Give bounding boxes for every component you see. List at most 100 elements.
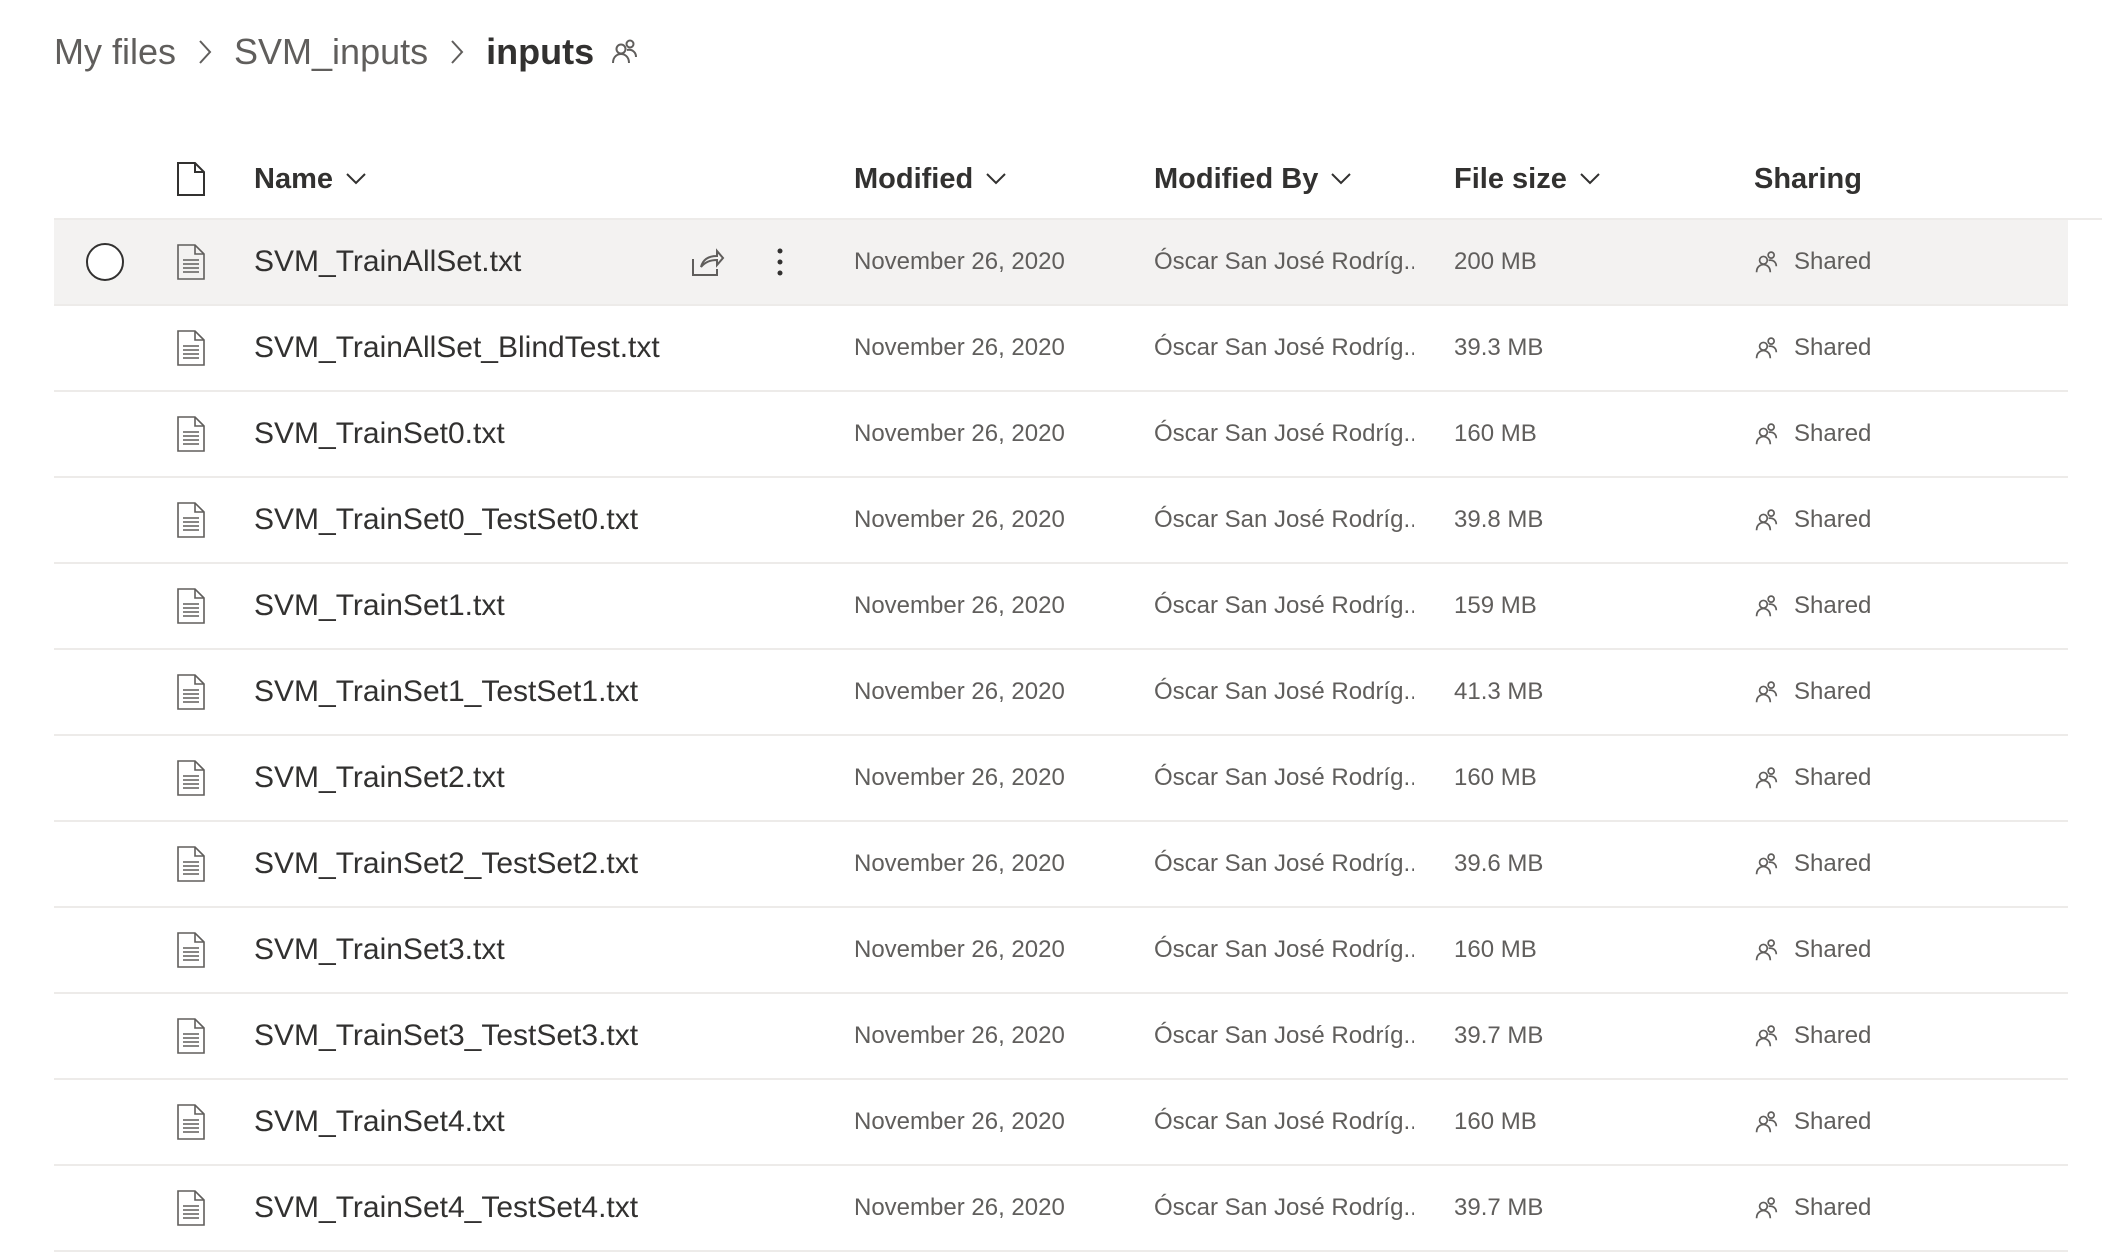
file-name-link[interactable]: SVM_TrainSet2.txt [254, 736, 505, 820]
file-size: 200 MB [1454, 248, 1537, 275]
file-size: 41.3 MB [1454, 678, 1544, 705]
table-row[interactable]: SVM_TrainSet3_TestSet3.txt November 26, 2… [54, 994, 2068, 1080]
table-row[interactable]: SVM_TrainSet1_TestSet1.txt November 26, 2… [54, 650, 2068, 736]
text-file-icon [172, 908, 210, 992]
shared-people-icon [1754, 766, 1786, 790]
modified-date: November 26, 2020 [854, 1194, 1065, 1221]
modified-date: November 26, 2020 [854, 764, 1065, 791]
file-size: 39.6 MB [1454, 850, 1544, 877]
share-icon[interactable] [686, 220, 730, 304]
file-name-link[interactable]: SVM_TrainSet4.txt [254, 1080, 505, 1164]
file-name-link[interactable]: SVM_TrainSet1_TestSet1.txt [254, 650, 638, 734]
sharing-status[interactable]: Shared [1754, 478, 1871, 562]
modified-by: Óscar San José Rodríg... [1154, 1022, 1414, 1049]
table-row[interactable]: SVM_TrainSet3.txt November 26, 2020 Óscar … [54, 908, 2068, 994]
modified-date: November 26, 2020 [854, 850, 1065, 877]
file-name-link[interactable]: SVM_TrainSet0_TestSet0.txt [254, 478, 638, 562]
table-row[interactable]: SVM_TrainAllSet_BlindTest.txt November 26… [54, 306, 2068, 392]
more-actions-icon[interactable] [760, 220, 800, 304]
table-row[interactable]: SVM_TrainSet2.txt November 26, 2020 Óscar … [54, 736, 2068, 822]
breadcrumb: My files SVM_inputs inputs [54, 28, 638, 76]
shared-people-icon [1754, 1196, 1786, 1220]
table-row[interactable]: SVM_TrainSet4_TestSet4.txt November 26, 2… [54, 1166, 2068, 1252]
modified-date: November 26, 2020 [854, 334, 1065, 361]
file-size: 39.7 MB [1454, 1194, 1544, 1221]
text-file-icon [172, 994, 210, 1078]
sharing-status[interactable]: Shared [1754, 564, 1871, 648]
text-file-icon [172, 564, 210, 648]
sharing-status[interactable]: Shared [1754, 1080, 1871, 1164]
table-row[interactable]: SVM_TrainSet2_TestSet2.txt November 26, 2… [54, 822, 2068, 908]
text-file-icon [172, 478, 210, 562]
sharing-status[interactable]: Shared [1754, 392, 1871, 476]
modified-by: Óscar San José Rodríg... [1154, 420, 1414, 447]
sharing-status[interactable]: Shared [1754, 822, 1871, 906]
table-row[interactable]: SVM_TrainSet4.txt November 26, 2020 Óscar … [54, 1080, 2068, 1166]
sharing-status-label: Shared [1794, 420, 1872, 447]
sharing-status[interactable]: Shared [1754, 220, 1871, 304]
breadcrumb-my-files[interactable]: My files [54, 31, 176, 73]
modified-by: Óscar San José Rodríg... [1154, 678, 1414, 705]
shared-people-icon [1754, 938, 1786, 962]
text-file-icon [172, 822, 210, 906]
table-row[interactable]: SVM_TrainSet0_TestSet0.txt November 26, 2… [54, 478, 2068, 564]
table-row[interactable]: SVM_TrainAllSet.txt November 26, 2020 Ósca… [54, 220, 2068, 306]
file-name-link[interactable]: SVM_TrainSet3_TestSet3.txt [254, 994, 638, 1078]
modified-by: Óscar San José Rodríg... [1154, 764, 1414, 791]
sharing-status[interactable]: Shared [1754, 1166, 1871, 1250]
sharing-status[interactable]: Shared [1754, 908, 1871, 992]
sharing-status[interactable]: Shared [1754, 736, 1871, 820]
sharing-status-label: Shared [1794, 248, 1872, 275]
file-name-link[interactable]: SVM_TrainSet2_TestSet2.txt [254, 822, 638, 906]
sharing-status[interactable]: Shared [1754, 994, 1871, 1078]
file-type-icon[interactable] [172, 140, 210, 218]
modified-by: Óscar San José Rodríg... [1154, 592, 1414, 619]
file-name-link[interactable]: SVM_TrainAllSet.txt [254, 220, 521, 304]
column-header-sharing[interactable]: Sharing [1754, 140, 1862, 218]
sharing-status[interactable]: Shared [1754, 650, 1871, 734]
modified-date: November 26, 2020 [854, 678, 1065, 705]
sharing-status-label: Shared [1794, 592, 1872, 619]
file-name-link[interactable]: SVM_TrainSet4_TestSet4.txt [254, 1166, 638, 1250]
modified-date: November 26, 2020 [854, 506, 1065, 533]
table-row[interactable]: SVM_TrainSet0.txt November 26, 2020 Óscar … [54, 392, 2068, 478]
modified-date: November 26, 2020 [854, 420, 1065, 447]
column-header-file-size[interactable]: File size [1454, 140, 1601, 218]
file-size: 160 MB [1454, 1108, 1537, 1135]
table-row[interactable]: SVM_TrainSet1.txt November 26, 2020 Óscar … [54, 564, 2068, 650]
column-header-file-size-label: File size [1454, 162, 1567, 195]
modified-date: November 26, 2020 [854, 592, 1065, 619]
text-file-icon [172, 220, 210, 304]
file-rows: SVM_TrainAllSet.txt November 26, 2020 Ósca… [54, 220, 2068, 1252]
breadcrumb-svm-inputs[interactable]: SVM_inputs [234, 31, 428, 73]
sharing-status-label: Shared [1794, 764, 1872, 791]
file-name-link[interactable]: SVM_TrainSet0.txt [254, 392, 505, 476]
text-file-icon [172, 736, 210, 820]
modified-by: Óscar San José Rodríg... [1154, 936, 1414, 963]
text-file-icon [172, 1166, 210, 1250]
text-file-icon [172, 1080, 210, 1164]
modified-by: Óscar San José Rodríg... [1154, 334, 1414, 361]
sharing-status-label: Shared [1794, 1108, 1872, 1135]
file-size: 160 MB [1454, 420, 1537, 447]
modified-by: Óscar San José Rodríg... [1154, 506, 1414, 533]
file-name-link[interactable]: SVM_TrainSet1.txt [254, 564, 505, 648]
chevron-down-icon [985, 172, 1007, 186]
chevron-down-icon [345, 172, 367, 186]
chevron-down-icon [1579, 172, 1601, 186]
file-size: 159 MB [1454, 592, 1537, 619]
modified-by: Óscar San José Rodríg... [1154, 1194, 1414, 1221]
sharing-status-label: Shared [1794, 334, 1872, 361]
file-name-link[interactable]: SVM_TrainSet3.txt [254, 908, 505, 992]
file-name-link[interactable]: SVM_TrainAllSet_BlindTest.txt [254, 306, 660, 390]
column-header-modified[interactable]: Modified [854, 140, 1007, 218]
sharing-status-label: Shared [1794, 936, 1872, 963]
shared-people-icon [1754, 336, 1786, 360]
column-header-modified-by[interactable]: Modified By [1154, 140, 1352, 218]
column-header-name[interactable]: Name [254, 140, 367, 218]
row-select-checkbox[interactable] [82, 220, 128, 304]
shared-people-icon[interactable] [610, 38, 638, 66]
shared-people-icon [1754, 1110, 1786, 1134]
sharing-status[interactable]: Shared [1754, 306, 1871, 390]
sharing-status-label: Shared [1794, 1022, 1872, 1049]
